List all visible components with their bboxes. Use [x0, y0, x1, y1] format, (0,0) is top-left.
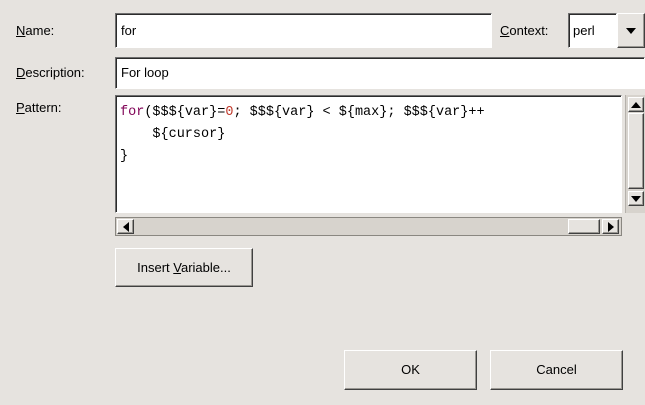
pattern-editor[interactable]: for($$${var}=0; $$${var} < ${max}; $$${v… — [115, 95, 622, 213]
scroll-left-button[interactable] — [117, 219, 134, 234]
pattern-keyword: for — [120, 105, 145, 120]
context-select[interactable]: perl — [568, 13, 617, 48]
name-field[interactable]: for — [115, 13, 492, 48]
pattern-line-3: } — [120, 149, 129, 164]
vertical-scrollbar[interactable] — [625, 95, 645, 213]
description-field[interactable]: For loop — [115, 57, 645, 89]
ok-button[interactable]: OK — [344, 350, 477, 390]
chevron-down-icon — [626, 27, 636, 34]
context-label: Context: — [500, 23, 549, 38]
description-label: Description: — [16, 65, 85, 80]
horizontal-scrollbar[interactable] — [115, 217, 622, 236]
arrow-up-icon — [631, 101, 641, 108]
scroll-right-button[interactable] — [602, 219, 619, 234]
insert-variable-button[interactable]: Insert Variable... — [115, 248, 253, 287]
vertical-scroll-thumb[interactable] — [628, 113, 644, 189]
pattern-line-2: ${cursor} — [120, 127, 226, 142]
pattern-line-1: for($$${var}=0; $$${var} < ${max}; $$${v… — [120, 105, 485, 120]
name-value: for — [121, 23, 137, 38]
horizontal-scroll-thumb[interactable] — [568, 219, 600, 234]
arrow-left-icon — [122, 221, 129, 232]
context-value: perl — [573, 23, 595, 38]
context-dropdown-button[interactable] — [617, 13, 645, 48]
scroll-up-button[interactable] — [628, 97, 644, 112]
arrow-right-icon — [607, 221, 614, 232]
name-label: Name: — [16, 23, 55, 38]
description-value: For loop — [121, 65, 169, 80]
cancel-button[interactable]: Cancel — [490, 350, 623, 390]
arrow-down-icon — [631, 195, 641, 202]
pattern-label: Pattern: — [16, 100, 62, 115]
scroll-down-button[interactable] — [628, 191, 644, 206]
